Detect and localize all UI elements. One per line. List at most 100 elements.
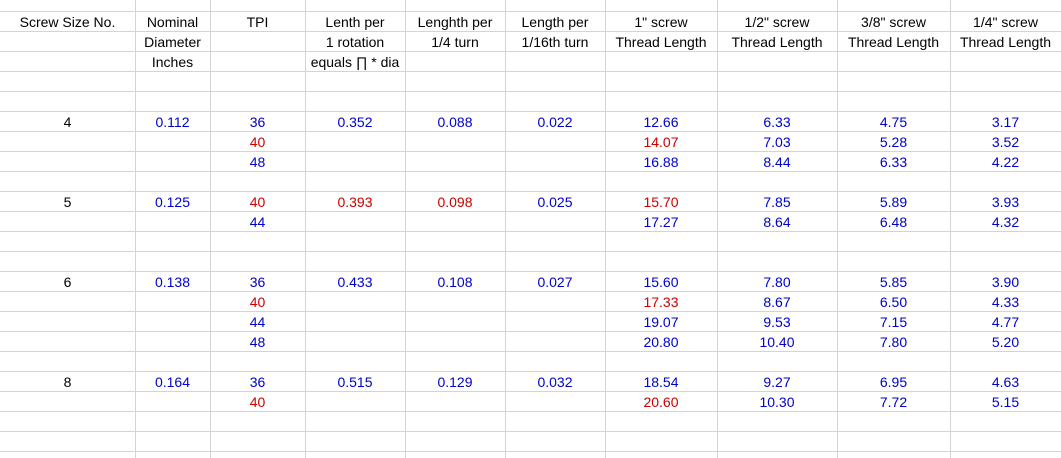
tpi-cell[interactable]: 40 xyxy=(210,132,305,152)
quarter-turn-length-cell[interactable]: 0.088 xyxy=(405,112,505,132)
header-cell-thread-1in-col[interactable]: 1" screw xyxy=(605,12,717,32)
header-cell-rotation-col[interactable]: equals ∏ * dia xyxy=(305,52,405,72)
diameter-cell[interactable]: 0.125 xyxy=(135,192,210,212)
sheet-row-2: Diameter 1 rotation 1/4 turn 1/16th turn Thr… xyxy=(0,32,1061,52)
tpi-cell[interactable]: 44 xyxy=(210,212,305,232)
thread-length-1in-cell[interactable]: 20.60 xyxy=(605,392,717,412)
sheet-row-1: Screw Size No. Nominal TPI Lenth per Lenghth… xyxy=(0,12,1061,32)
header-cell-thread-1in-col[interactable]: Thread Length xyxy=(605,32,717,52)
thread-length-quarter-cell[interactable]: 3.93 xyxy=(950,192,1061,212)
header-cell-tpi-col[interactable]: TPI xyxy=(210,12,305,32)
diameter-cell[interactable]: 0.164 xyxy=(135,372,210,392)
thread-length-quarter-cell[interactable]: 4.22 xyxy=(950,152,1061,172)
tpi-cell[interactable]: 48 xyxy=(210,152,305,172)
quarter-turn-length-cell[interactable]: 0.129 xyxy=(405,372,505,392)
diameter-cell[interactable]: 0.112 xyxy=(135,112,210,132)
thread-length-half-cell[interactable]: 10.40 xyxy=(717,332,837,352)
rotation-length-cell[interactable]: 0.393 xyxy=(305,192,405,212)
header-cell-thread-quarter-col[interactable]: 1/4" screw xyxy=(950,12,1061,32)
thread-length-1in-cell[interactable]: 17.33 xyxy=(605,292,717,312)
sixteenth-turn-length-cell[interactable]: 0.027 xyxy=(505,272,605,292)
tpi-cell[interactable]: 36 xyxy=(210,372,305,392)
header-cell-thread-3-8-col[interactable]: Thread Length xyxy=(837,32,950,52)
screw-size-cell[interactable]: 8 xyxy=(0,372,135,392)
thread-length-3-8-cell[interactable]: 6.50 xyxy=(837,292,950,312)
thread-length-half-cell[interactable]: 7.80 xyxy=(717,272,837,292)
tpi-cell[interactable]: 44 xyxy=(210,312,305,332)
thread-length-1in-cell[interactable]: 16.88 xyxy=(605,152,717,172)
header-cell-sixteenth-turn-col[interactable]: Length per xyxy=(505,12,605,32)
thread-length-1in-cell[interactable]: 15.60 xyxy=(605,272,717,292)
tpi-cell[interactable]: 48 xyxy=(210,332,305,352)
tpi-cell[interactable]: 36 xyxy=(210,112,305,132)
thread-length-3-8-cell[interactable]: 5.85 xyxy=(837,272,950,292)
thread-length-1in-cell[interactable]: 20.80 xyxy=(605,332,717,352)
header-cell-thread-half-col[interactable]: 1/2" screw xyxy=(717,12,837,32)
screw-size-cell[interactable]: 5 xyxy=(0,192,135,212)
screw-size-cell[interactable]: 6 xyxy=(0,272,135,292)
rotation-length-cell[interactable]: 0.515 xyxy=(305,372,405,392)
thread-length-3-8-cell[interactable]: 6.33 xyxy=(837,152,950,172)
thread-length-3-8-cell[interactable]: 6.95 xyxy=(837,372,950,392)
thread-length-3-8-cell[interactable]: 7.15 xyxy=(837,312,950,332)
sixteenth-turn-length-cell[interactable]: 0.032 xyxy=(505,372,605,392)
thread-length-quarter-cell[interactable]: 5.20 xyxy=(950,332,1061,352)
thread-length-half-cell[interactable]: 8.67 xyxy=(717,292,837,312)
header-cell-diameter-col[interactable]: Inches xyxy=(135,52,210,72)
rotation-length-cell[interactable]: 0.433 xyxy=(305,272,405,292)
thread-length-half-cell[interactable]: 6.33 xyxy=(717,112,837,132)
tpi-cell[interactable]: 40 xyxy=(210,292,305,312)
thread-length-half-cell[interactable]: 7.03 xyxy=(717,132,837,152)
sixteenth-turn-length-cell[interactable]: 0.022 xyxy=(505,112,605,132)
header-cell-quarter-turn-col[interactable]: 1/4 turn xyxy=(405,32,505,52)
header-cell-diameter-col[interactable]: Nominal xyxy=(135,12,210,32)
thread-length-1in-cell[interactable]: 12.66 xyxy=(605,112,717,132)
thread-length-1in-cell[interactable]: 19.07 xyxy=(605,312,717,332)
header-cell-screw-size-col[interactable]: Screw Size No. xyxy=(0,12,135,32)
diameter-cell[interactable]: 0.138 xyxy=(135,272,210,292)
header-cell-thread-quarter-col[interactable]: Thread Length xyxy=(950,32,1061,52)
thread-length-quarter-cell[interactable]: 3.17 xyxy=(950,112,1061,132)
thread-length-quarter-cell[interactable]: 5.15 xyxy=(950,392,1061,412)
thread-length-half-cell[interactable]: 7.85 xyxy=(717,192,837,212)
thread-length-quarter-cell[interactable]: 4.33 xyxy=(950,292,1061,312)
thread-length-half-cell[interactable]: 9.53 xyxy=(717,312,837,332)
header-cell-thread-half-col[interactable]: Thread Length xyxy=(717,32,837,52)
tpi-cell[interactable]: 40 xyxy=(210,192,305,212)
thread-length-3-8-cell[interactable]: 6.48 xyxy=(837,212,950,232)
header-cell-sixteenth-turn-col[interactable]: 1/16th turn xyxy=(505,32,605,52)
thread-length-3-8-cell[interactable]: 5.89 xyxy=(837,192,950,212)
thread-length-half-cell[interactable]: 8.64 xyxy=(717,212,837,232)
rotation-length-cell[interactable]: 0.352 xyxy=(305,112,405,132)
thread-length-quarter-cell[interactable]: 4.63 xyxy=(950,372,1061,392)
sixteenth-turn-length-cell[interactable]: 0.025 xyxy=(505,192,605,212)
thread-length-3-8-cell[interactable]: 4.75 xyxy=(837,112,950,132)
tpi-cell[interactable]: 36 xyxy=(210,272,305,292)
header-cell-rotation-col[interactable]: Lenth per xyxy=(305,12,405,32)
header-cell-rotation-col[interactable]: 1 rotation xyxy=(305,32,405,52)
sheet-row-17: 48 20.80 10.40 7.80 5.20 xyxy=(0,332,1061,352)
screw-size-cell[interactable]: 4 xyxy=(0,112,135,132)
thread-length-1in-cell[interactable]: 15.70 xyxy=(605,192,717,212)
thread-length-quarter-cell[interactable]: 4.77 xyxy=(950,312,1061,332)
thread-length-quarter-cell[interactable]: 4.32 xyxy=(950,212,1061,232)
thread-length-1in-cell[interactable]: 17.27 xyxy=(605,212,717,232)
thread-length-3-8-cell[interactable]: 7.72 xyxy=(837,392,950,412)
thread-length-3-8-cell[interactable]: 5.28 xyxy=(837,132,950,152)
thread-length-quarter-cell[interactable]: 3.52 xyxy=(950,132,1061,152)
header-cell-quarter-turn-col[interactable]: Lenghth per xyxy=(405,12,505,32)
thread-length-half-cell[interactable]: 8.44 xyxy=(717,152,837,172)
thread-length-3-8-cell[interactable]: 7.80 xyxy=(837,332,950,352)
thread-length-half-cell[interactable]: 9.27 xyxy=(717,372,837,392)
quarter-turn-length-cell[interactable]: 0.098 xyxy=(405,192,505,212)
thread-length-half-cell[interactable]: 10.30 xyxy=(717,392,837,412)
tpi-cell[interactable]: 40 xyxy=(210,392,305,412)
header-cell-diameter-col[interactable]: Diameter xyxy=(135,32,210,52)
thread-length-1in-cell[interactable]: 14.07 xyxy=(605,132,717,152)
sheet-row-4 xyxy=(0,72,1061,92)
sheet-row-11: 44 17.27 8.64 6.48 4.32 xyxy=(0,212,1061,232)
thread-length-1in-cell[interactable]: 18.54 xyxy=(605,372,717,392)
thread-length-quarter-cell[interactable]: 3.90 xyxy=(950,272,1061,292)
quarter-turn-length-cell[interactable]: 0.108 xyxy=(405,272,505,292)
header-cell-thread-3-8-col[interactable]: 3/8" screw xyxy=(837,12,950,32)
